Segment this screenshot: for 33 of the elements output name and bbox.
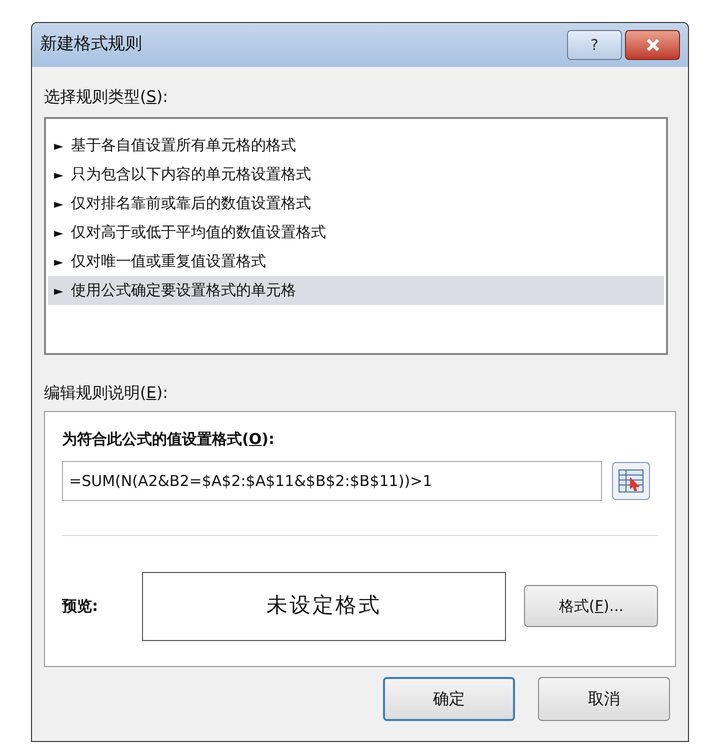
description-label: 编辑规则说明(E): [44, 382, 169, 404]
arrow-glyph: ► [54, 224, 64, 242]
arrow-glyph: ► [54, 254, 64, 270]
rule-type-item[interactable]: ► 仅对唯一值或重复值设置格式 [48, 247, 664, 276]
arrow-glyph: ► [54, 138, 64, 154]
range-select-icon [618, 468, 644, 492]
rule-type-text: 使用公式确定要设置格式的单元格 [71, 280, 296, 302]
dialog-button[interactable]: 确定 [383, 677, 515, 721]
collapse-dialog-button[interactable] [612, 462, 650, 500]
dialog-button[interactable]: 取消 [538, 677, 670, 721]
format-button[interactable]: 格式(F)... [524, 585, 658, 627]
rule-type-item[interactable]: ► 只为包含以下内容的单元格设置格式 [48, 160, 664, 189]
rule-type-text: 仅对排名靠前或靠后的数值设置格式 [71, 193, 312, 214]
help-button[interactable]: ? [567, 30, 622, 60]
close-button[interactable] [625, 30, 680, 60]
arrow-glyph: ► [54, 282, 64, 300]
rule-type-text: 仅对唯一值或重复值设置格式 [71, 251, 266, 272]
arrow-glyph: ► [54, 166, 64, 184]
window-title: 新建格式规则 [40, 33, 142, 56]
arrow-glyph: ► [54, 196, 64, 212]
rule-type-text: 基于各自值设置所有单元格的格式 [71, 135, 296, 156]
rule-type-item[interactable]: ► 仅对高于或低于平均值的数值设置格式 [48, 218, 664, 247]
close-icon [644, 38, 660, 52]
rule-type-item[interactable]: ► 仅对排名靠前或靠后的数值设置格式 [48, 189, 664, 218]
rule-type-item[interactable]: ► 基于各自值设置所有单元格的格式 [48, 131, 664, 160]
formula-field[interactable]: =SUM(N(A2&B2=$A$2:$A$11&$B$2:$B$11))>1 [62, 460, 602, 500]
preview-label: 预览: [62, 596, 99, 617]
rule-type-item[interactable]: ► 使用公式确定要设置格式的单元格 [48, 276, 664, 305]
rule-type-text: 仅对高于或低于平均值的数值设置格式 [71, 222, 326, 244]
rule-type-label: 选择规则类型(S): [44, 86, 170, 108]
rule-type-text: 只为包含以下内容的单元格设置格式 [71, 164, 312, 186]
formula-label: 为符合此公式的值设置格式(O): [62, 429, 276, 450]
preview-box: 未设定格式 [142, 572, 506, 640]
